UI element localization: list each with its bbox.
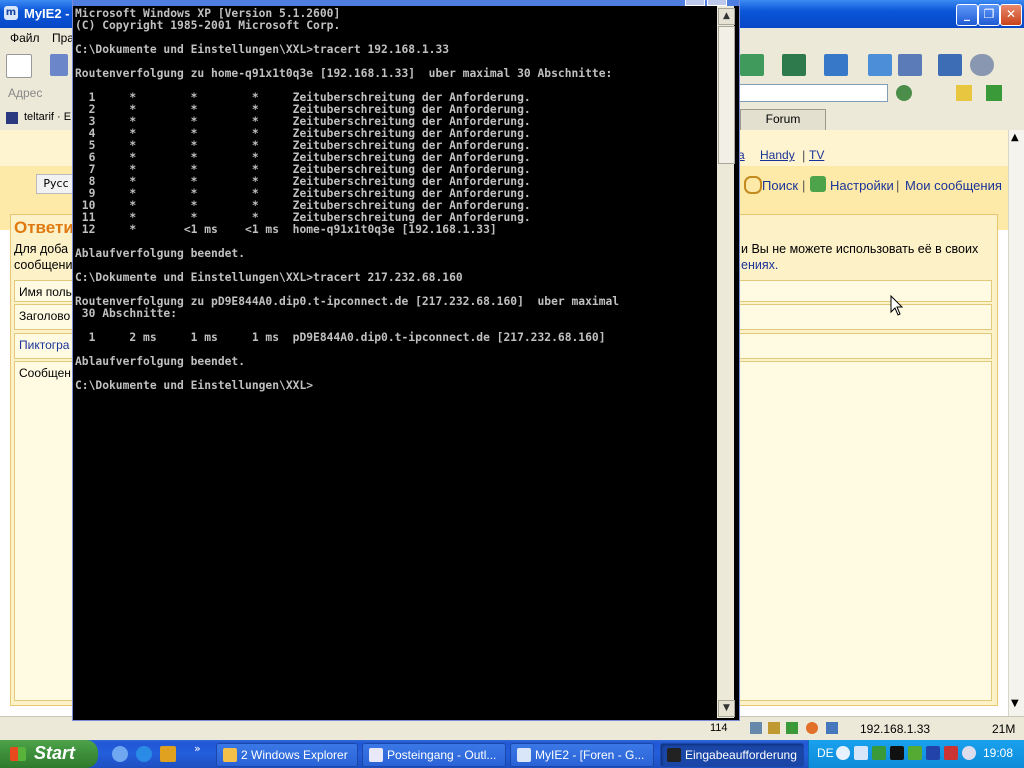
quicklaunch-app-icon[interactable]	[160, 746, 176, 762]
menu-edit[interactable]: Пра	[52, 31, 74, 45]
new-page-icon[interactable]	[6, 54, 32, 78]
highlight-icon[interactable]	[956, 85, 972, 101]
folder-icon	[223, 748, 237, 762]
console-icon	[667, 748, 681, 762]
status-memory: 21M	[992, 722, 1016, 736]
task-windows-explorer[interactable]: 2 Windows Explorer	[216, 743, 358, 767]
status-icon-1[interactable]	[750, 722, 762, 734]
tray-app-icon[interactable]	[908, 746, 922, 760]
start-button[interactable]: Start	[0, 740, 98, 768]
close-button[interactable]: ✕	[1000, 4, 1022, 26]
search-icon	[744, 176, 762, 194]
tab-forum[interactable]: Forum	[740, 109, 826, 131]
settings-link[interactable]: Настройки	[830, 178, 894, 193]
console-scroll-thumb[interactable]	[718, 26, 735, 164]
notice-text-left-2: сообщени	[14, 258, 73, 272]
edit-icon[interactable]	[938, 54, 962, 76]
quicklaunch-more-icon[interactable]: »	[194, 742, 201, 755]
download-icon[interactable]	[782, 54, 806, 76]
windows-logo-icon	[10, 747, 26, 761]
quicklaunch-browser-icon[interactable]	[136, 746, 152, 762]
clock[interactable]: 19:08	[983, 746, 1013, 760]
task-command-prompt[interactable]: Eingabeaufforderung	[660, 743, 804, 767]
nav-link-handy[interactable]: Handy	[760, 148, 795, 162]
scroll-down-arrow-icon[interactable]: ▼	[1011, 698, 1019, 709]
tray-back-icon[interactable]	[836, 746, 850, 760]
console-output[interactable]: Microsoft Windows XP [Version 5.1.2600] …	[75, 8, 717, 712]
clock-icon[interactable]	[970, 54, 994, 76]
reply-heading: Ответи	[14, 218, 74, 237]
notice-link-right-2[interactable]: ениях.	[741, 258, 778, 272]
browser-title: MyIE2 -	[24, 6, 70, 21]
status-icon-3[interactable]	[786, 722, 798, 734]
tray-flag-icon[interactable]	[944, 746, 958, 760]
menu-file[interactable]: Файл	[10, 31, 40, 45]
tab-teltarif[interactable]: teltarif · E	[2, 108, 72, 128]
tray-network-icon[interactable]	[872, 746, 886, 760]
console-minimize-button[interactable]	[685, 0, 705, 6]
tray-myie2-icon[interactable]	[854, 746, 868, 760]
myie2-icon	[517, 748, 531, 762]
save-icon[interactable]	[50, 54, 68, 76]
settings-icon	[810, 176, 826, 192]
upload-icon[interactable]	[868, 54, 892, 76]
language-select[interactable]: Русс	[36, 174, 76, 194]
fullscreen-icon[interactable]	[740, 54, 764, 76]
language-indicator[interactable]: DE	[817, 746, 834, 760]
undo-icon[interactable]	[824, 54, 848, 76]
translate-icon[interactable]	[986, 85, 1002, 101]
minimize-button[interactable]: _	[956, 4, 978, 26]
status-icon-2[interactable]	[768, 722, 780, 734]
console-title-bar[interactable]	[73, 0, 739, 6]
status-counter: 114	[710, 722, 728, 734]
quicklaunch-explorer-icon[interactable]	[112, 746, 128, 762]
scroll-up-arrow-icon[interactable]: ▲	[1011, 132, 1019, 143]
task-myie2[interactable]: MyIE2 - [Foren - G...	[510, 743, 654, 767]
console-scroll-up-icon[interactable]: ▲	[718, 8, 735, 25]
command-prompt-window[interactable]: Microsoft Windows XP [Version 5.1.2600] …	[72, 0, 740, 721]
task-outlook[interactable]: Posteingang - Outl...	[362, 743, 506, 767]
status-icon-4[interactable]	[806, 722, 818, 734]
nav-link-tv[interactable]: TV	[809, 148, 824, 162]
grid-icon[interactable]	[898, 54, 922, 76]
search-link[interactable]: Поиск	[762, 178, 798, 193]
mail-icon	[369, 748, 383, 762]
speaker-icon[interactable]	[962, 746, 976, 760]
mouse-cursor-icon	[890, 295, 904, 316]
my-messages-link[interactable]: Мои сообщения	[905, 178, 1002, 193]
status-icon-5[interactable]	[826, 722, 838, 734]
search-field[interactable]	[736, 84, 888, 102]
globe-icon[interactable]	[896, 85, 912, 101]
maximize-button[interactable]: ❐	[978, 4, 1000, 26]
page-scrollbar[interactable]: ▲ ▼	[1008, 130, 1024, 716]
address-label: Адрес	[8, 86, 43, 100]
console-scrollbar[interactable]: ▲ ▼	[717, 6, 735, 718]
teltarif-favicon	[6, 112, 18, 124]
tray-language-icon[interactable]	[926, 746, 940, 760]
notice-text-left-1: Для доба	[14, 242, 69, 256]
status-ip: 192.168.1.33	[860, 722, 931, 736]
console-scroll-down-icon[interactable]: ▼	[718, 700, 735, 717]
notice-text-right-1: и Вы не можете использовать её в своих	[741, 242, 979, 256]
myie2-app-icon: m	[4, 6, 18, 20]
tray-monitor-icon[interactable]	[890, 746, 904, 760]
